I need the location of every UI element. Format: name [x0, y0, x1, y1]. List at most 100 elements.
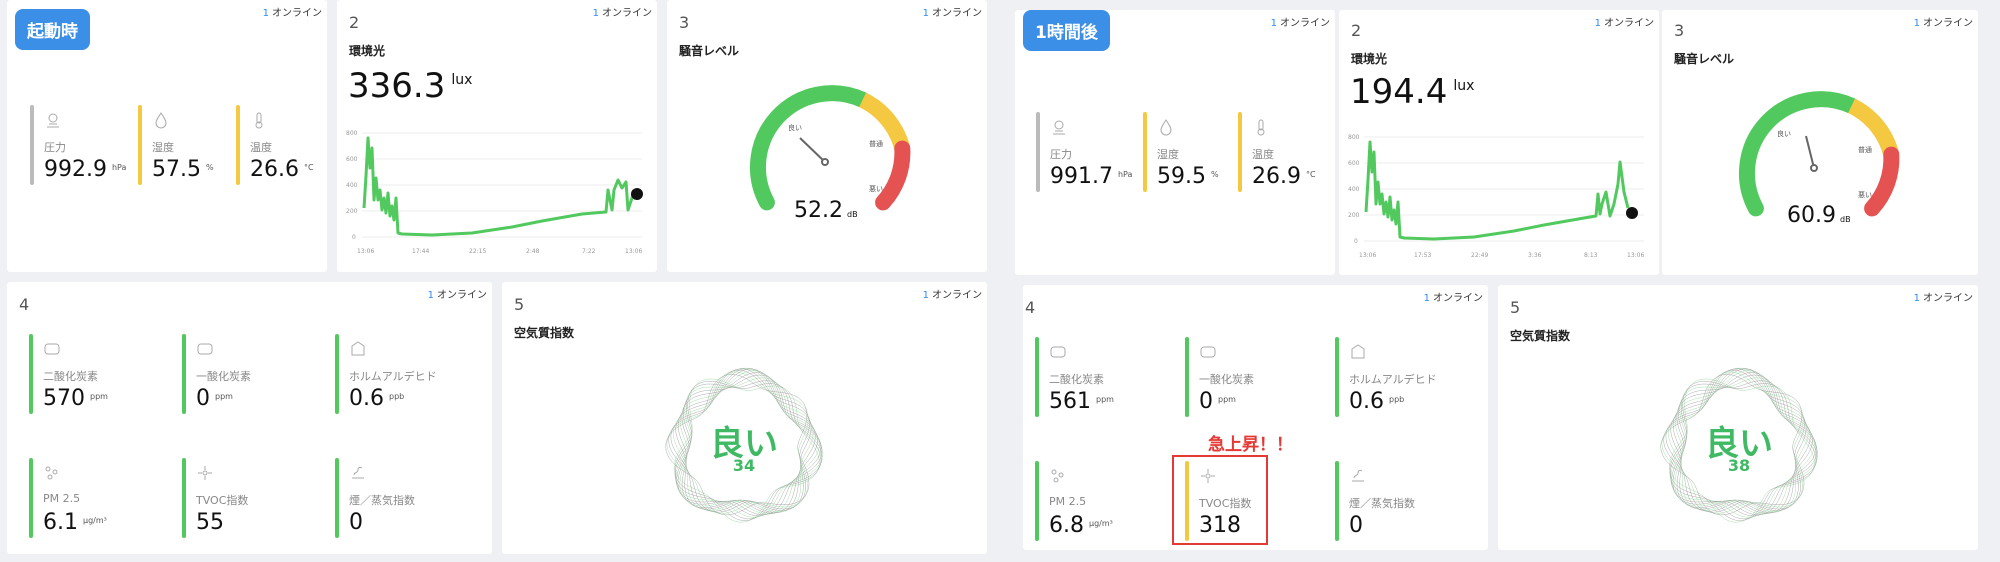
metric-bar: [182, 458, 186, 538]
noise-value: 52.2 dB: [794, 198, 858, 223]
humidity-icon: [1160, 119, 1172, 136]
card-number: 5: [1510, 298, 1521, 317]
x-tick: 8:13: [1584, 252, 1598, 259]
light-series: [362, 136, 636, 237]
gauge-hub: [821, 158, 829, 166]
metric-label: PM 2.5: [43, 492, 81, 505]
card-number: 4: [1025, 298, 1036, 317]
env-card-1: 1時間後 1 オンライン 圧力 991.7 hPa 湿度 59.5% 温度 26.9…: [1015, 10, 1335, 275]
x-tick: 17:53: [1414, 252, 1431, 259]
online-status: 1 オンライン: [1913, 18, 1973, 29]
x-tick: 22:15: [469, 248, 486, 255]
metric-bar: [1035, 337, 1039, 417]
gauge-label-good: 良い: [1777, 129, 1791, 138]
light-value: 194.4 lux: [1350, 72, 1475, 112]
metric-value: 0 ppm: [1199, 389, 1236, 414]
metric-label: 湿度: [152, 141, 174, 154]
metric-label: 温度: [250, 141, 272, 154]
online-status: 1 オンライン: [427, 290, 487, 301]
y-tick: 400: [346, 182, 358, 189]
co-icon: [197, 343, 213, 355]
x-tick: 17:44: [412, 248, 429, 255]
gauge-label-good: 良い: [788, 123, 802, 132]
metric-value: 0 ppm: [196, 386, 233, 411]
x-tick: 7:22: [582, 248, 596, 255]
metric-bar: [335, 334, 339, 414]
x-tick: 13:06: [357, 248, 374, 255]
x-tick: 13:06: [1359, 252, 1376, 259]
light-series: [1364, 140, 1630, 241]
smoke-icon: [352, 466, 364, 479]
metric-label: 湿度: [1157, 148, 1179, 161]
formaldehyde-icon: [1351, 344, 1365, 359]
metric-label: 温度: [1252, 148, 1274, 161]
y-tick: 200: [346, 208, 358, 215]
x-tick: 13:06: [1627, 252, 1644, 259]
ambient-light-card: 1 オンライン 2 環境光 336.3 lux 800 600 400 200 0 …: [337, 0, 657, 272]
aqi-card: 1 オンライン 5 空気質指数 良い 38: [1498, 285, 1978, 550]
metric-bar: [1238, 112, 1242, 192]
noise-value: 60.9 dB: [1787, 203, 1851, 228]
x-tick: 22:49: [1471, 252, 1488, 259]
metric-bar: [182, 334, 186, 414]
y-tick: 800: [1348, 134, 1360, 141]
metric-value: 561 ppm: [1049, 389, 1114, 414]
metric-bar: [30, 105, 34, 185]
metric-label: 煙／蒸気指数: [1349, 497, 1415, 510]
metric-bar: [1335, 461, 1339, 541]
metric-label: PM 2.5: [1049, 495, 1087, 508]
gauge-icon: [1053, 120, 1065, 135]
metric-formaldehyde: ホルムアルデヒド 0.6 ppb: [335, 334, 485, 414]
noise-card: 1 オンライン 3 騒音レベル 良い 普通 悪い 52.2 dB: [667, 0, 987, 272]
metric-value: 0.6 ppb: [349, 386, 405, 411]
metric-bar: [29, 334, 33, 414]
metric-co: 一酸化炭素 0 ppm: [1185, 337, 1325, 417]
card-number: 4: [19, 295, 30, 314]
online-status: 1 オンライン: [1913, 293, 1973, 304]
gauge-good-arc: [1738, 91, 1860, 217]
metric-smoke: 煙／蒸気指数 0: [335, 458, 485, 538]
gauge-label-bad: 悪い: [1858, 191, 1872, 199]
metric-pm25: PM 2.5 6.1 μg/m³: [29, 458, 169, 538]
card-number: 5: [514, 295, 525, 314]
metric-label: 一酸化炭素: [1199, 373, 1254, 386]
metric-value: 991.7 hPa: [1050, 164, 1133, 189]
metric-temperature: 温度 26.6 °C: [236, 105, 326, 185]
y-tick: 600: [346, 156, 358, 163]
card-title: 空気質指数: [1510, 329, 1571, 343]
gauge-bad-arc: [875, 140, 911, 211]
ambient-light-card: 1 オンライン 2 環境光 194.4 lux 800 600 400 200 0 …: [1339, 10, 1659, 275]
metric-humidity: 湿度 57.5%: [138, 105, 228, 185]
card-title: 環境光: [1351, 52, 1388, 66]
air-metrics-card: 1 オンライン 4 二酸化炭素 570 ppm 一酸化炭素 0 ppm ホルムアルデヒ…: [7, 282, 492, 554]
metric-value: 26.9 °C: [1252, 164, 1316, 189]
metric-bar: [1036, 112, 1040, 192]
card-number: 3: [679, 13, 690, 32]
online-status: 1 オンライン: [1594, 18, 1654, 29]
gauge-label-bad: 悪い: [869, 185, 883, 193]
metric-value: 6.1 μg/m³: [43, 510, 107, 535]
metric-value: 0.6 ppb: [1349, 389, 1405, 414]
metric-pressure: 圧力 991.7 hPa: [1036, 112, 1133, 192]
metric-bar: [29, 458, 33, 538]
metric-label: 一酸化炭素: [196, 370, 251, 383]
metric-co: 一酸化炭素 0 ppm: [182, 334, 322, 414]
metric-bar: [335, 458, 339, 538]
metric-value: 6.8 μg/m³: [1049, 513, 1113, 538]
y-tick: 400: [1348, 186, 1360, 193]
metric-bar: [1035, 461, 1039, 541]
gauge-hub: [1810, 164, 1818, 172]
card-number: 2: [1351, 21, 1362, 40]
light-chart: 800 600 400 200 0 13:06 17:44 22:15 2:48…: [346, 130, 643, 255]
metric-co2: 二酸化炭素 561 ppm: [1035, 337, 1175, 417]
online-status: 1 オンライン: [262, 8, 322, 19]
env-card-1: 起動時 1 オンライン 圧力 992.9 hPa 湿度 57.5% 温度 26.6 °…: [7, 0, 327, 272]
metric-label: ホルムアルデヒド: [349, 370, 437, 383]
metric-smoke: 煙／蒸気指数 0: [1335, 461, 1485, 541]
metric-label: 二酸化炭素: [1049, 373, 1104, 386]
metric-value: 570 ppm: [43, 386, 108, 411]
humidity-icon: [155, 112, 167, 129]
aqi-value: 34: [732, 456, 756, 475]
metric-value: 0: [1349, 513, 1363, 538]
gauge-icon: [47, 113, 59, 128]
